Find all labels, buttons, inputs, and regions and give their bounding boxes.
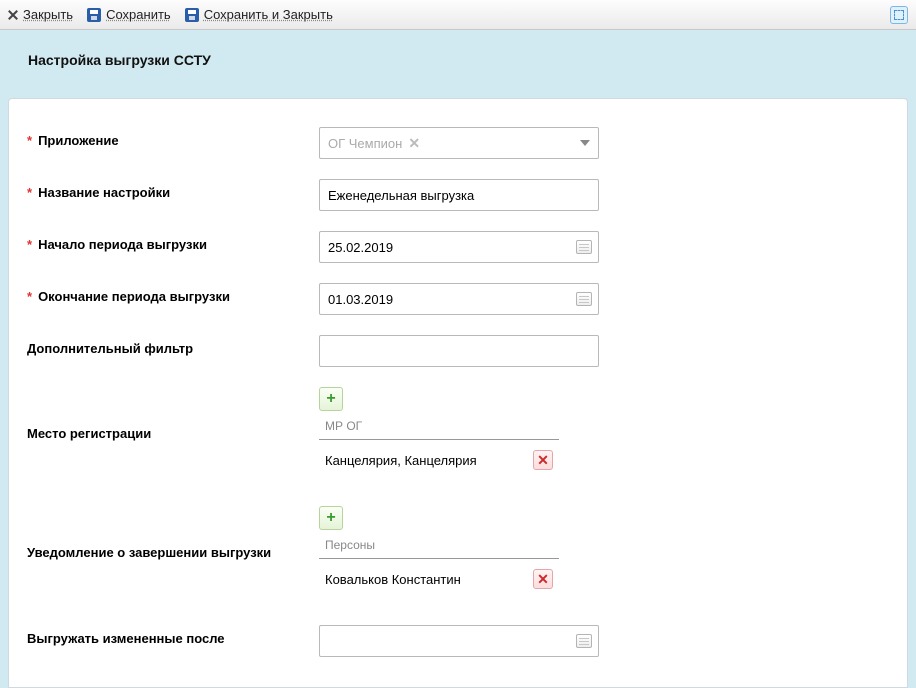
- add-notify-button[interactable]: +: [319, 506, 343, 530]
- reg-place-item-text: Канцелярия, Канцелярия: [325, 453, 523, 468]
- required-marker: *: [27, 289, 32, 304]
- notify-item-text: Ковальков Константин: [325, 572, 523, 587]
- chevron-down-icon: [580, 140, 590, 146]
- label-period-end: * Окончание периода выгрузки: [27, 283, 319, 304]
- save-close-button[interactable]: Сохранить и Закрыть: [185, 7, 333, 22]
- required-marker: *: [27, 133, 32, 148]
- label-changed-after-text: Выгружать измененные после: [27, 631, 225, 646]
- close-icon: [8, 10, 18, 20]
- filter-input[interactable]: [328, 344, 590, 359]
- row-period-start: * Начало периода выгрузки: [9, 221, 907, 273]
- save-icon: [87, 8, 101, 22]
- page-title: Настройка выгрузки ССТУ: [28, 52, 894, 68]
- label-name: * Название настройки: [27, 179, 319, 200]
- notify-item: Ковальков Константин ✕: [319, 559, 559, 593]
- reg-place-item: Канцелярия, Канцелярия ✕: [319, 440, 559, 474]
- period-end-input-wrap: [319, 283, 599, 315]
- plus-icon: +: [326, 391, 335, 407]
- save-close-label: Сохранить и Закрыть: [204, 7, 333, 22]
- row-name: * Название настройки: [9, 169, 907, 221]
- app-value: ОГ Чемпион: [328, 136, 402, 151]
- label-reg-place-text: Место регистрации: [27, 426, 151, 441]
- notify-sublabel: Персоны: [319, 534, 559, 559]
- app-select[interactable]: ОГ Чемпион ✕: [319, 127, 599, 159]
- plus-icon: +: [326, 510, 335, 526]
- calendar-icon[interactable]: [576, 292, 592, 306]
- delete-reg-place-button[interactable]: ✕: [533, 450, 553, 470]
- row-app: * Приложение ОГ Чемпион ✕: [9, 117, 907, 169]
- form-panel: * Приложение ОГ Чемпион ✕ * Название нас…: [8, 98, 908, 688]
- label-notify: Уведомление о завершении выгрузки: [27, 539, 319, 560]
- add-reg-place-button[interactable]: +: [319, 387, 343, 411]
- label-name-text: Название настройки: [38, 185, 170, 200]
- changed-after-input-wrap: [319, 625, 599, 657]
- label-changed-after: Выгружать измененные после: [27, 625, 319, 646]
- row-changed-after: Выгружать измененные после: [9, 603, 907, 667]
- required-marker: *: [27, 237, 32, 252]
- period-start-input-wrap: [319, 231, 599, 263]
- filter-input-wrap: [319, 335, 599, 367]
- row-notify: Уведомление о завершении выгрузки + Перс…: [9, 484, 907, 603]
- required-marker: *: [27, 185, 32, 200]
- row-period-end: * Окончание периода выгрузки: [9, 273, 907, 325]
- period-start-input[interactable]: [328, 240, 590, 255]
- save-label: Сохранить: [106, 7, 171, 22]
- delete-notify-button[interactable]: ✕: [533, 569, 553, 589]
- close-button[interactable]: Закрыть: [8, 7, 73, 22]
- close-label: Закрыть: [23, 7, 73, 22]
- period-end-input[interactable]: [328, 292, 590, 307]
- label-app-text: Приложение: [38, 133, 118, 148]
- calendar-icon[interactable]: [576, 240, 592, 254]
- save-icon: [185, 8, 199, 22]
- label-filter-text: Дополнительный фильтр: [27, 341, 193, 356]
- x-icon: ✕: [537, 453, 549, 467]
- row-reg-place: Место регистрации + МР ОГ Канцелярия, Ка…: [9, 377, 907, 484]
- name-input[interactable]: [328, 188, 590, 203]
- save-button[interactable]: Сохранить: [87, 7, 171, 22]
- row-filter: Дополнительный фильтр: [9, 325, 907, 377]
- changed-after-input[interactable]: [328, 634, 590, 649]
- label-reg-place: Место регистрации: [27, 420, 319, 441]
- label-period-end-text: Окончание периода выгрузки: [38, 289, 230, 304]
- label-app: * Приложение: [27, 127, 319, 148]
- expand-button[interactable]: [890, 6, 908, 24]
- label-period-start-text: Начало периода выгрузки: [38, 237, 207, 252]
- label-filter: Дополнительный фильтр: [27, 335, 319, 356]
- reg-place-sublabel: МР ОГ: [319, 415, 559, 440]
- clear-app-icon[interactable]: ✕: [408, 135, 420, 152]
- x-icon: ✕: [537, 572, 549, 586]
- page-header: Настройка выгрузки ССТУ: [0, 30, 916, 98]
- toolbar: Закрыть Сохранить Сохранить и Закрыть: [0, 0, 916, 30]
- name-input-wrap: [319, 179, 599, 211]
- label-period-start: * Начало периода выгрузки: [27, 231, 319, 252]
- label-notify-text: Уведомление о завершении выгрузки: [27, 545, 271, 560]
